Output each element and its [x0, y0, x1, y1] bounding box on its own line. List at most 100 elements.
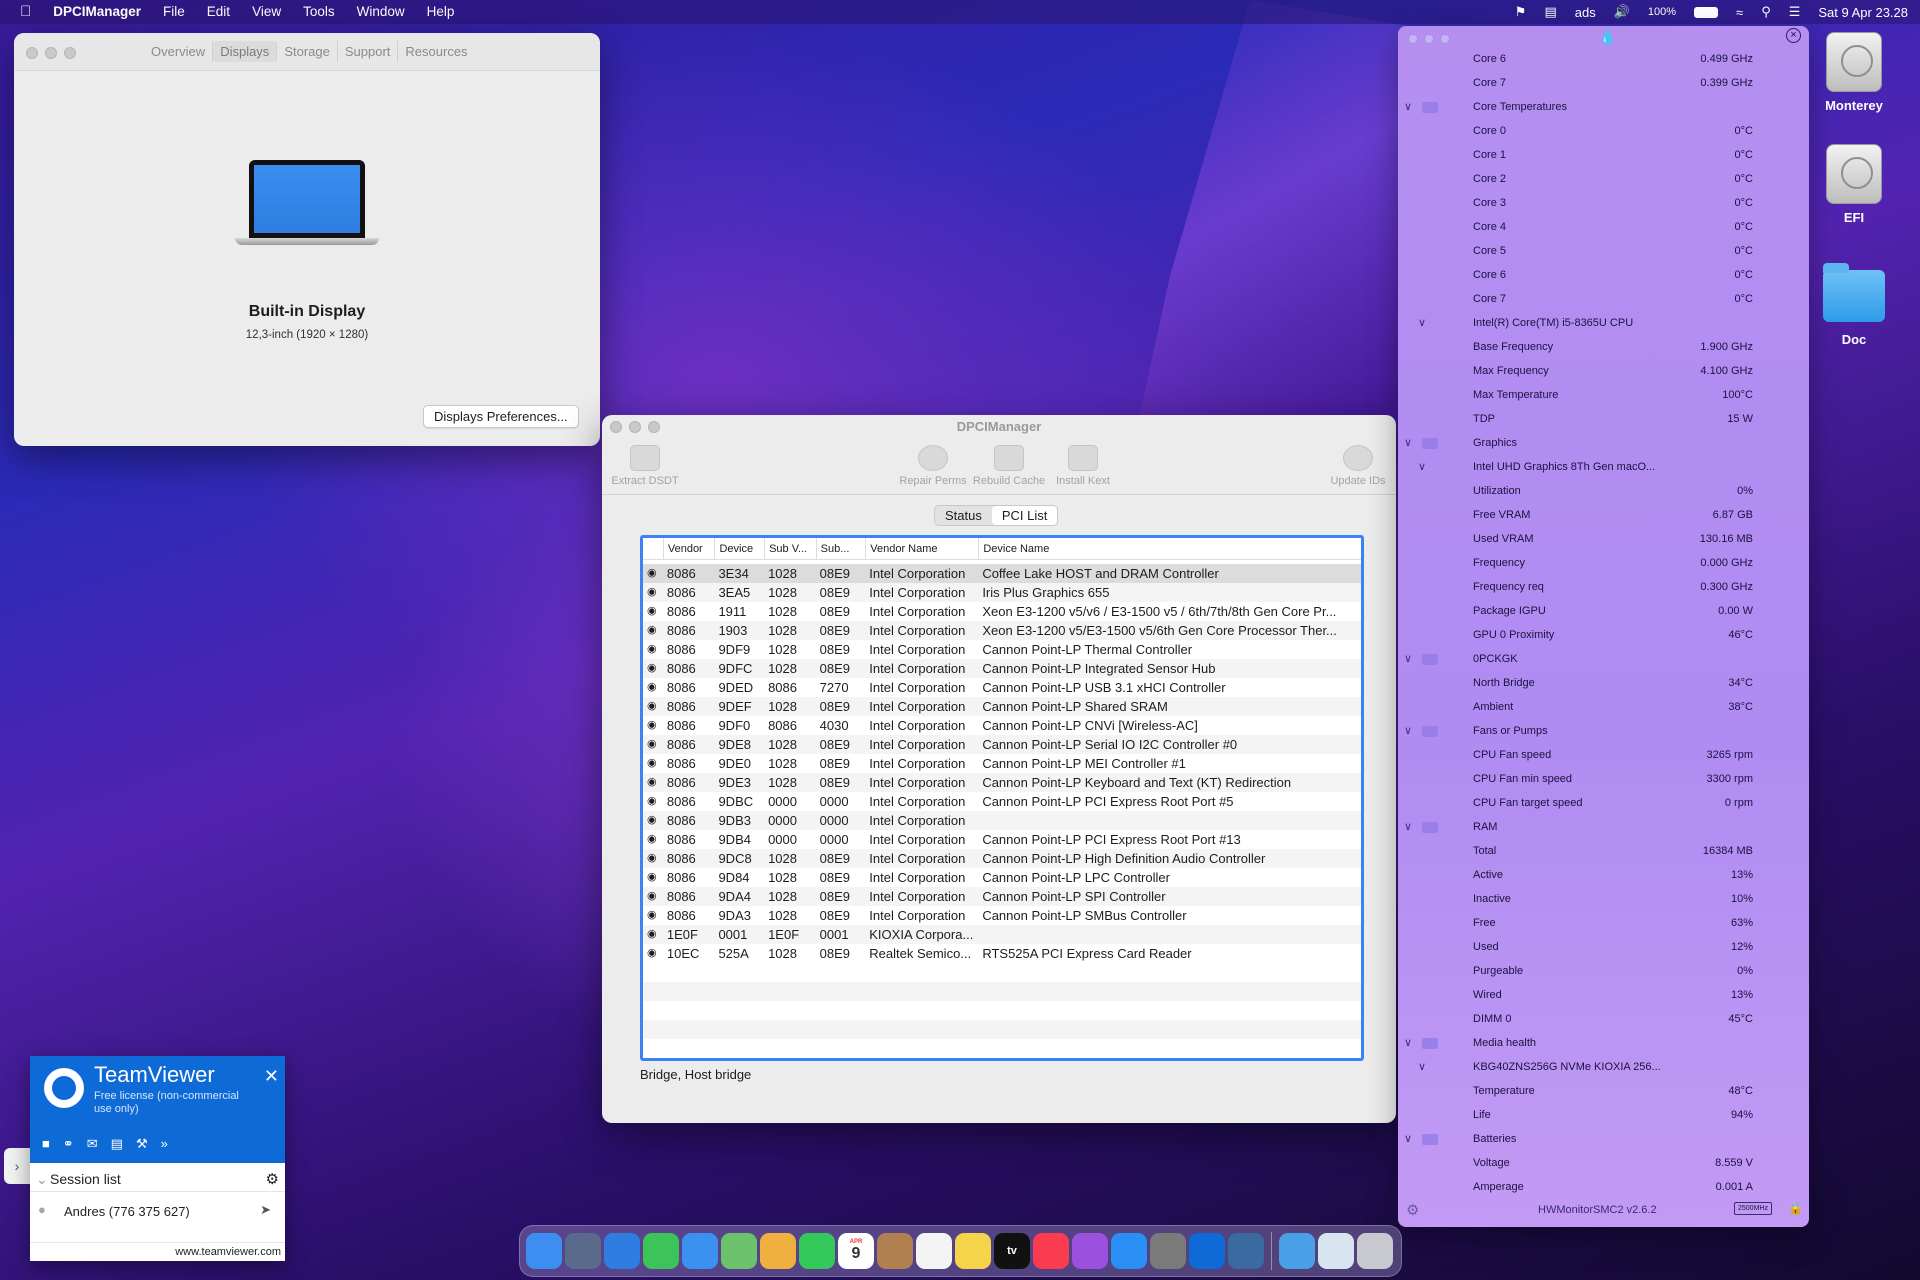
extract-dsdt-button[interactable]: Extract DSDT	[602, 445, 690, 487]
sensor-group[interactable]: ∨ Intel(R) Core(TM) i5-8365U CPU	[1398, 312, 1809, 336]
dpci-icon[interactable]	[1228, 1233, 1264, 1269]
sensor-group[interactable]: ∨ Batteries	[1398, 1128, 1809, 1152]
downloads-icon[interactable]	[1279, 1233, 1315, 1269]
table-row[interactable]: ◉ 8086 1911 1028 08E9 Intel Corporation Xeon E…	[643, 602, 1361, 621]
menu-help[interactable]: Help	[416, 0, 466, 24]
safari-icon[interactable]	[604, 1233, 640, 1269]
sensor-group[interactable]: ∨ 0PCKGK	[1398, 648, 1809, 672]
headset-icon[interactable]: ⚭	[63, 1136, 74, 1152]
facetime-icon[interactable]	[799, 1233, 835, 1269]
mail-icon[interactable]	[682, 1233, 718, 1269]
tools-icon[interactable]: ⚒	[136, 1136, 148, 1152]
chevron-down-icon[interactable]: ∨	[1404, 1132, 1412, 1145]
chevron-down-icon[interactable]: ∨	[1404, 1036, 1412, 1049]
maps-icon[interactable]	[721, 1233, 757, 1269]
menu-tools[interactable]: Tools	[292, 0, 346, 24]
minimize-button[interactable]	[629, 421, 641, 433]
zoom-button[interactable]	[64, 47, 76, 59]
pointer-icon[interactable]: ➤	[260, 1202, 271, 1218]
spotlight-icon[interactable]: ⚲	[1761, 4, 1771, 20]
music-icon[interactable]	[1033, 1233, 1069, 1269]
video-call-icon[interactable]: ■	[42, 1136, 50, 1152]
sensor-group[interactable]: ∨ Core Temperatures	[1398, 96, 1809, 120]
minimize-button[interactable]	[45, 47, 57, 59]
close-panel-icon[interactable]: ×	[1786, 28, 1801, 43]
gear-icon[interactable]: ⚙	[266, 1170, 279, 1188]
contacts-icon[interactable]	[877, 1233, 913, 1269]
col-sub-vendor[interactable]: Sub V...	[764, 538, 816, 559]
table-row[interactable]: ◉ 8086 9DA4 1028 08E9 Intel Corporation Cannon…	[643, 887, 1361, 906]
lock-icon[interactable]: 🔒	[1788, 1201, 1803, 1215]
chevron-down-icon[interactable]: ∨	[1404, 436, 1412, 449]
podcasts-icon[interactable]	[1072, 1233, 1108, 1269]
wifi-icon[interactable]: ≈	[1736, 5, 1743, 20]
close-icon[interactable]: ✕	[264, 1066, 279, 1087]
desktop-icon-efi[interactable]: EFI	[1809, 144, 1899, 225]
file-transfer-icon[interactable]: ▤	[111, 1136, 123, 1152]
teamviewer-icon[interactable]	[1189, 1233, 1225, 1269]
tab-pci-list[interactable]: PCI List	[991, 506, 1058, 525]
status-app-icon[interactable]: ⚑	[1515, 4, 1527, 20]
close-button[interactable]	[610, 421, 622, 433]
sensor-group[interactable]: ∨ Graphics	[1398, 432, 1809, 456]
desktop-icon-monterey[interactable]: Monterey	[1809, 32, 1899, 113]
col-device-name[interactable]: Device Name	[978, 538, 1361, 559]
desktop-icon-doc[interactable]: Doc	[1809, 263, 1899, 347]
col-sub-device[interactable]: Sub...	[815, 538, 866, 559]
tab-storage[interactable]: Storage	[277, 41, 338, 62]
table-row[interactable]: ◉ 8086 3E34 1028 08E9 Intel Corporation Coffee…	[643, 564, 1361, 583]
session-list-header[interactable]: ⌄ Session list ⚙	[30, 1168, 285, 1192]
table-row[interactable]: ◉ 8086 9DED 8086 7270 Intel Corporation Cannon…	[643, 678, 1361, 697]
table-row[interactable]: ◉ 8086 1903 1028 08E9 Intel Corporation Xeon E…	[643, 621, 1361, 640]
sensor-group[interactable]: ∨ Fans or Pumps	[1398, 720, 1809, 744]
photos-icon[interactable]	[760, 1233, 796, 1269]
table-row[interactable]: ◉ 8086 9DE8 1028 08E9 Intel Corporation Cannon…	[643, 735, 1361, 754]
menu-clock[interactable]: Sat 9 Apr 23.28	[1818, 5, 1908, 20]
gear-icon[interactable]: ⚙	[1406, 1201, 1419, 1219]
install-kext-button[interactable]: Install Kext	[1038, 445, 1128, 487]
table-row[interactable]: ◉ 8086 9DE3 1028 08E9 Intel Corporation Cannon…	[643, 773, 1361, 792]
reminders-icon[interactable]	[916, 1233, 952, 1269]
table-row[interactable]: ◉ 8086 9DFC 1028 08E9 Intel Corporation Cannon…	[643, 659, 1361, 678]
menu-app-name[interactable]: DPCIManager	[42, 0, 152, 24]
table-row[interactable]: ◉ 10EC 525A 1028 08E9 Realtek Semico... RTS525…	[643, 944, 1361, 963]
menu-window[interactable]: Window	[346, 0, 416, 24]
trash-icon[interactable]	[1357, 1233, 1393, 1269]
table-row[interactable]: ◉ 8086 9DA3 1028 08E9 Intel Corporation Cannon…	[643, 906, 1361, 925]
table-row[interactable]: ◉ 8086 9DB4 0000 0000 Intel Corporation Cannon…	[643, 830, 1361, 849]
preview-icon[interactable]	[1318, 1233, 1354, 1269]
notes-icon[interactable]	[955, 1233, 991, 1269]
more-icon[interactable]: »	[161, 1136, 168, 1152]
tab-displays[interactable]: Displays	[213, 41, 278, 62]
volume-icon[interactable]: 🔊	[1614, 4, 1630, 20]
table-row[interactable]: ◉ 8086 9DEF 1028 08E9 Intel Corporation Cannon…	[643, 697, 1361, 716]
update-ids-button[interactable]: Update IDs	[1320, 445, 1396, 487]
table-row[interactable]: ◉ 8086 9DC8 1028 08E9 Intel Corporation Cannon…	[643, 849, 1361, 868]
menu-view[interactable]: View	[241, 0, 292, 24]
zoom-button[interactable]	[648, 421, 660, 433]
table-row[interactable]: ◉ 8086 9D84 1028 08E9 Intel Corporation Cannon…	[643, 868, 1361, 887]
chevron-down-icon[interactable]: ∨	[1404, 100, 1412, 113]
apple-icon[interactable]: 	[0, 0, 42, 24]
tab-status[interactable]: Status	[935, 506, 992, 525]
tab-resources[interactable]: Resources	[398, 41, 474, 62]
chat-icon[interactable]: ✉	[87, 1136, 98, 1152]
displays-preferences-button[interactable]: Displays Preferences...	[423, 405, 579, 428]
col-vendor-name[interactable]: Vendor Name	[865, 538, 978, 559]
tab-support[interactable]: Support	[338, 41, 399, 62]
close-button[interactable]	[26, 47, 38, 59]
table-row[interactable]: ◉ 8086 9DBC 0000 0000 Intel Corporation Cannon…	[643, 792, 1361, 811]
chevron-down-icon[interactable]: ∨	[1418, 316, 1426, 329]
chevron-down-icon[interactable]: ∨	[1404, 820, 1412, 833]
zoom-button[interactable]	[1440, 34, 1450, 44]
settings-icon[interactable]	[1150, 1233, 1186, 1269]
menu-file[interactable]: File	[152, 0, 196, 24]
chevron-down-icon[interactable]: ∨	[1404, 652, 1412, 665]
tv-icon[interactable]: tv	[994, 1233, 1030, 1269]
status-monitor-icon[interactable]: ▤	[1544, 4, 1556, 20]
tab-overview[interactable]: Overview	[144, 41, 214, 62]
sensor-group[interactable]: ∨ KBG40ZNS256G NVMe KIOXIA 256...	[1398, 1056, 1809, 1080]
table-row[interactable]: ◉ 8086 3EA5 1028 08E9 Intel Corporation Iris P…	[643, 583, 1361, 602]
sensor-group[interactable]: ∨ RAM	[1398, 816, 1809, 840]
teamviewer-url[interactable]: www.teamviewer.com	[30, 1242, 285, 1260]
